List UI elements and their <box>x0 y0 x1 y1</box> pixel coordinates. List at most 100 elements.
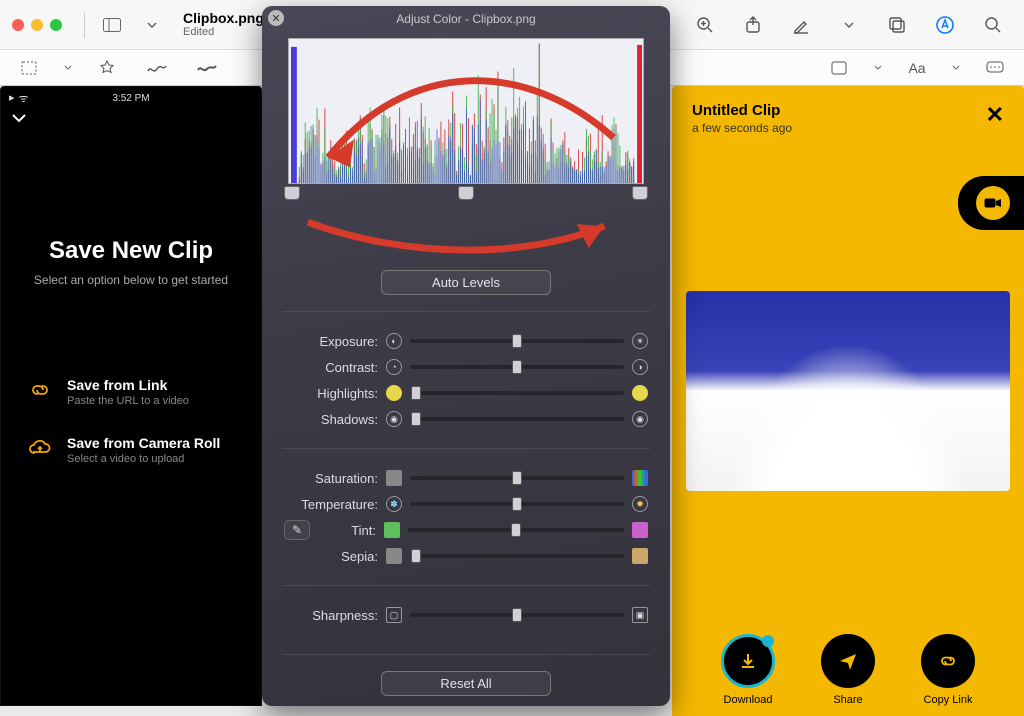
shadows-slider-row: Shadows: ◉ ◉ <box>284 406 648 432</box>
slider-label: Shadows: <box>284 412 378 427</box>
phone-statusbar: ▸ ᯤ 3:52 PM <box>1 87 261 109</box>
highlights-slider-row: Highlights: <box>284 380 648 406</box>
sepia-slider-row: Sepia: <box>284 543 648 569</box>
airplay-icon: ▸ <box>9 91 15 106</box>
chevron-down-icon[interactable] <box>137 12 167 38</box>
divider <box>282 311 650 312</box>
temperature-slider[interactable] <box>410 502 624 506</box>
exposure-low-icon: ◐ <box>386 333 402 349</box>
save-from-link-option[interactable]: Save from Link Paste the URL to a video <box>1 363 261 421</box>
temperature-cold-icon: ✽ <box>386 496 402 512</box>
contrast-low-icon: ◔ <box>386 359 402 375</box>
download-action[interactable]: Download <box>721 634 775 706</box>
slider-label: Tint: <box>318 523 376 538</box>
close-icon[interactable]: ✕ <box>986 102 1004 128</box>
reset-all-button[interactable]: Reset All <box>381 671 551 696</box>
wifi-icon: ᯤ <box>19 91 29 106</box>
phone-screenshot-left: ▸ᯤ 3:52 PM Save New Clip Select an optio… <box>0 86 262 706</box>
record-fab[interactable] <box>958 176 1024 230</box>
shadows-slider[interactable] <box>410 417 624 421</box>
rotate-icon[interactable] <box>882 12 912 38</box>
slider-label: Highlights: <box>284 386 378 401</box>
sepia-low-icon <box>386 548 402 564</box>
separator <box>84 12 85 38</box>
sepia-slider[interactable] <box>410 554 624 558</box>
highlights-low-icon <box>386 385 402 401</box>
link-icon <box>921 634 975 688</box>
link-icon <box>27 377 53 403</box>
back-chevron-icon[interactable] <box>1 109 261 127</box>
close-icon[interactable]: ✕ <box>268 10 284 26</box>
clip-title: Untitled Clip <box>692 102 792 119</box>
share-action[interactable]: Share <box>821 634 875 706</box>
markup-icon[interactable] <box>930 12 960 38</box>
download-label: Download <box>724 694 773 706</box>
exposure-slider[interactable] <box>410 339 624 343</box>
opt-sub: Paste the URL to a video <box>67 395 189 407</box>
exposure-slider-row: Exposure: ◐ ☀ <box>284 328 648 354</box>
minimize-window-icon[interactable] <box>31 19 43 31</box>
copy-link-action[interactable]: Copy Link <box>921 634 975 706</box>
chevron-down-icon[interactable] <box>952 65 960 70</box>
levels-black-handle[interactable] <box>284 186 300 200</box>
contrast-slider[interactable] <box>410 365 624 369</box>
sharpness-low-icon: ▢ <box>386 607 402 623</box>
instant-alpha-icon[interactable] <box>92 55 122 81</box>
annotation-icon[interactable] <box>980 55 1010 81</box>
slider-label: Sepia: <box>284 549 378 564</box>
window-title: Clipbox.png <box>183 11 264 26</box>
fill-color-icon[interactable] <box>824 55 854 81</box>
annotation-arrows <box>288 204 644 264</box>
auto-levels-button[interactable]: Auto Levels <box>381 270 551 295</box>
highlights-slider[interactable] <box>410 391 624 395</box>
slider-label: Temperature: <box>284 497 378 512</box>
divider <box>282 585 650 586</box>
selection-tool-icon[interactable] <box>14 55 44 81</box>
sidebar-toggle-icon[interactable] <box>97 12 127 38</box>
saturation-high-icon <box>632 470 648 486</box>
draw-icon[interactable] <box>192 55 222 81</box>
tint-slider[interactable] <box>408 528 624 532</box>
clip-subtitle: a few seconds ago <box>692 121 792 135</box>
tint-magenta-icon <box>632 522 648 538</box>
phone-screenshot-right: Untitled Clip a few seconds ago ✕ Downlo… <box>672 86 1024 716</box>
sketch-icon[interactable] <box>142 55 172 81</box>
opt-title: Save from Camera Roll <box>67 435 220 451</box>
levels-mid-handle[interactable] <box>458 186 474 200</box>
traffic-lights[interactable] <box>12 19 62 31</box>
saturation-slider[interactable] <box>410 476 624 480</box>
zoom-in-icon[interactable] <box>690 12 720 38</box>
exposure-high-icon: ☀ <box>632 333 648 349</box>
panel-title: Adjust Color - Clipbox.png <box>396 12 535 26</box>
opt-title: Save from Link <box>67 377 189 393</box>
download-icon <box>721 634 775 688</box>
sharpness-high-icon: ▣ <box>632 607 648 623</box>
panel-titlebar[interactable]: ✕ Adjust Color - Clipbox.png <box>262 6 670 32</box>
chevron-down-icon[interactable] <box>874 65 882 70</box>
sharpness-slider-row: Sharpness: ▢ ▣ <box>284 602 648 628</box>
eyedropper-button[interactable]: ✎ <box>284 520 310 540</box>
text-style-button[interactable]: Aa <box>902 55 932 81</box>
status-time: 3:52 PM <box>112 93 149 104</box>
save-from-camera-roll-option[interactable]: Save from Camera Roll Select a video to … <box>1 421 261 479</box>
sharpness-slider[interactable] <box>410 613 624 617</box>
camera-icon <box>976 186 1010 220</box>
slider-label: Saturation: <box>284 471 378 486</box>
edit-icon[interactable] <box>786 12 816 38</box>
fullscreen-window-icon[interactable] <box>50 19 62 31</box>
contrast-slider-row: Contrast: ◔ ◑ <box>284 354 648 380</box>
clip-thumbnail[interactable] <box>686 291 1010 491</box>
temperature-slider-row: Temperature: ✽ ✹ <box>284 491 648 517</box>
share-icon[interactable] <box>738 12 768 38</box>
chevron-down-icon[interactable] <box>64 65 72 70</box>
slider-label: Exposure: <box>284 334 378 349</box>
search-icon[interactable] <box>978 12 1008 38</box>
close-window-icon[interactable] <box>12 19 24 31</box>
copy-link-label: Copy Link <box>924 694 973 706</box>
chevron-down-icon[interactable] <box>834 12 864 38</box>
levels-handles[interactable] <box>288 186 644 204</box>
shadows-low-icon: ◉ <box>386 411 402 427</box>
levels-white-handle[interactable] <box>632 186 648 200</box>
opt-sub: Select a video to upload <box>67 453 220 465</box>
slider-label: Contrast: <box>284 360 378 375</box>
